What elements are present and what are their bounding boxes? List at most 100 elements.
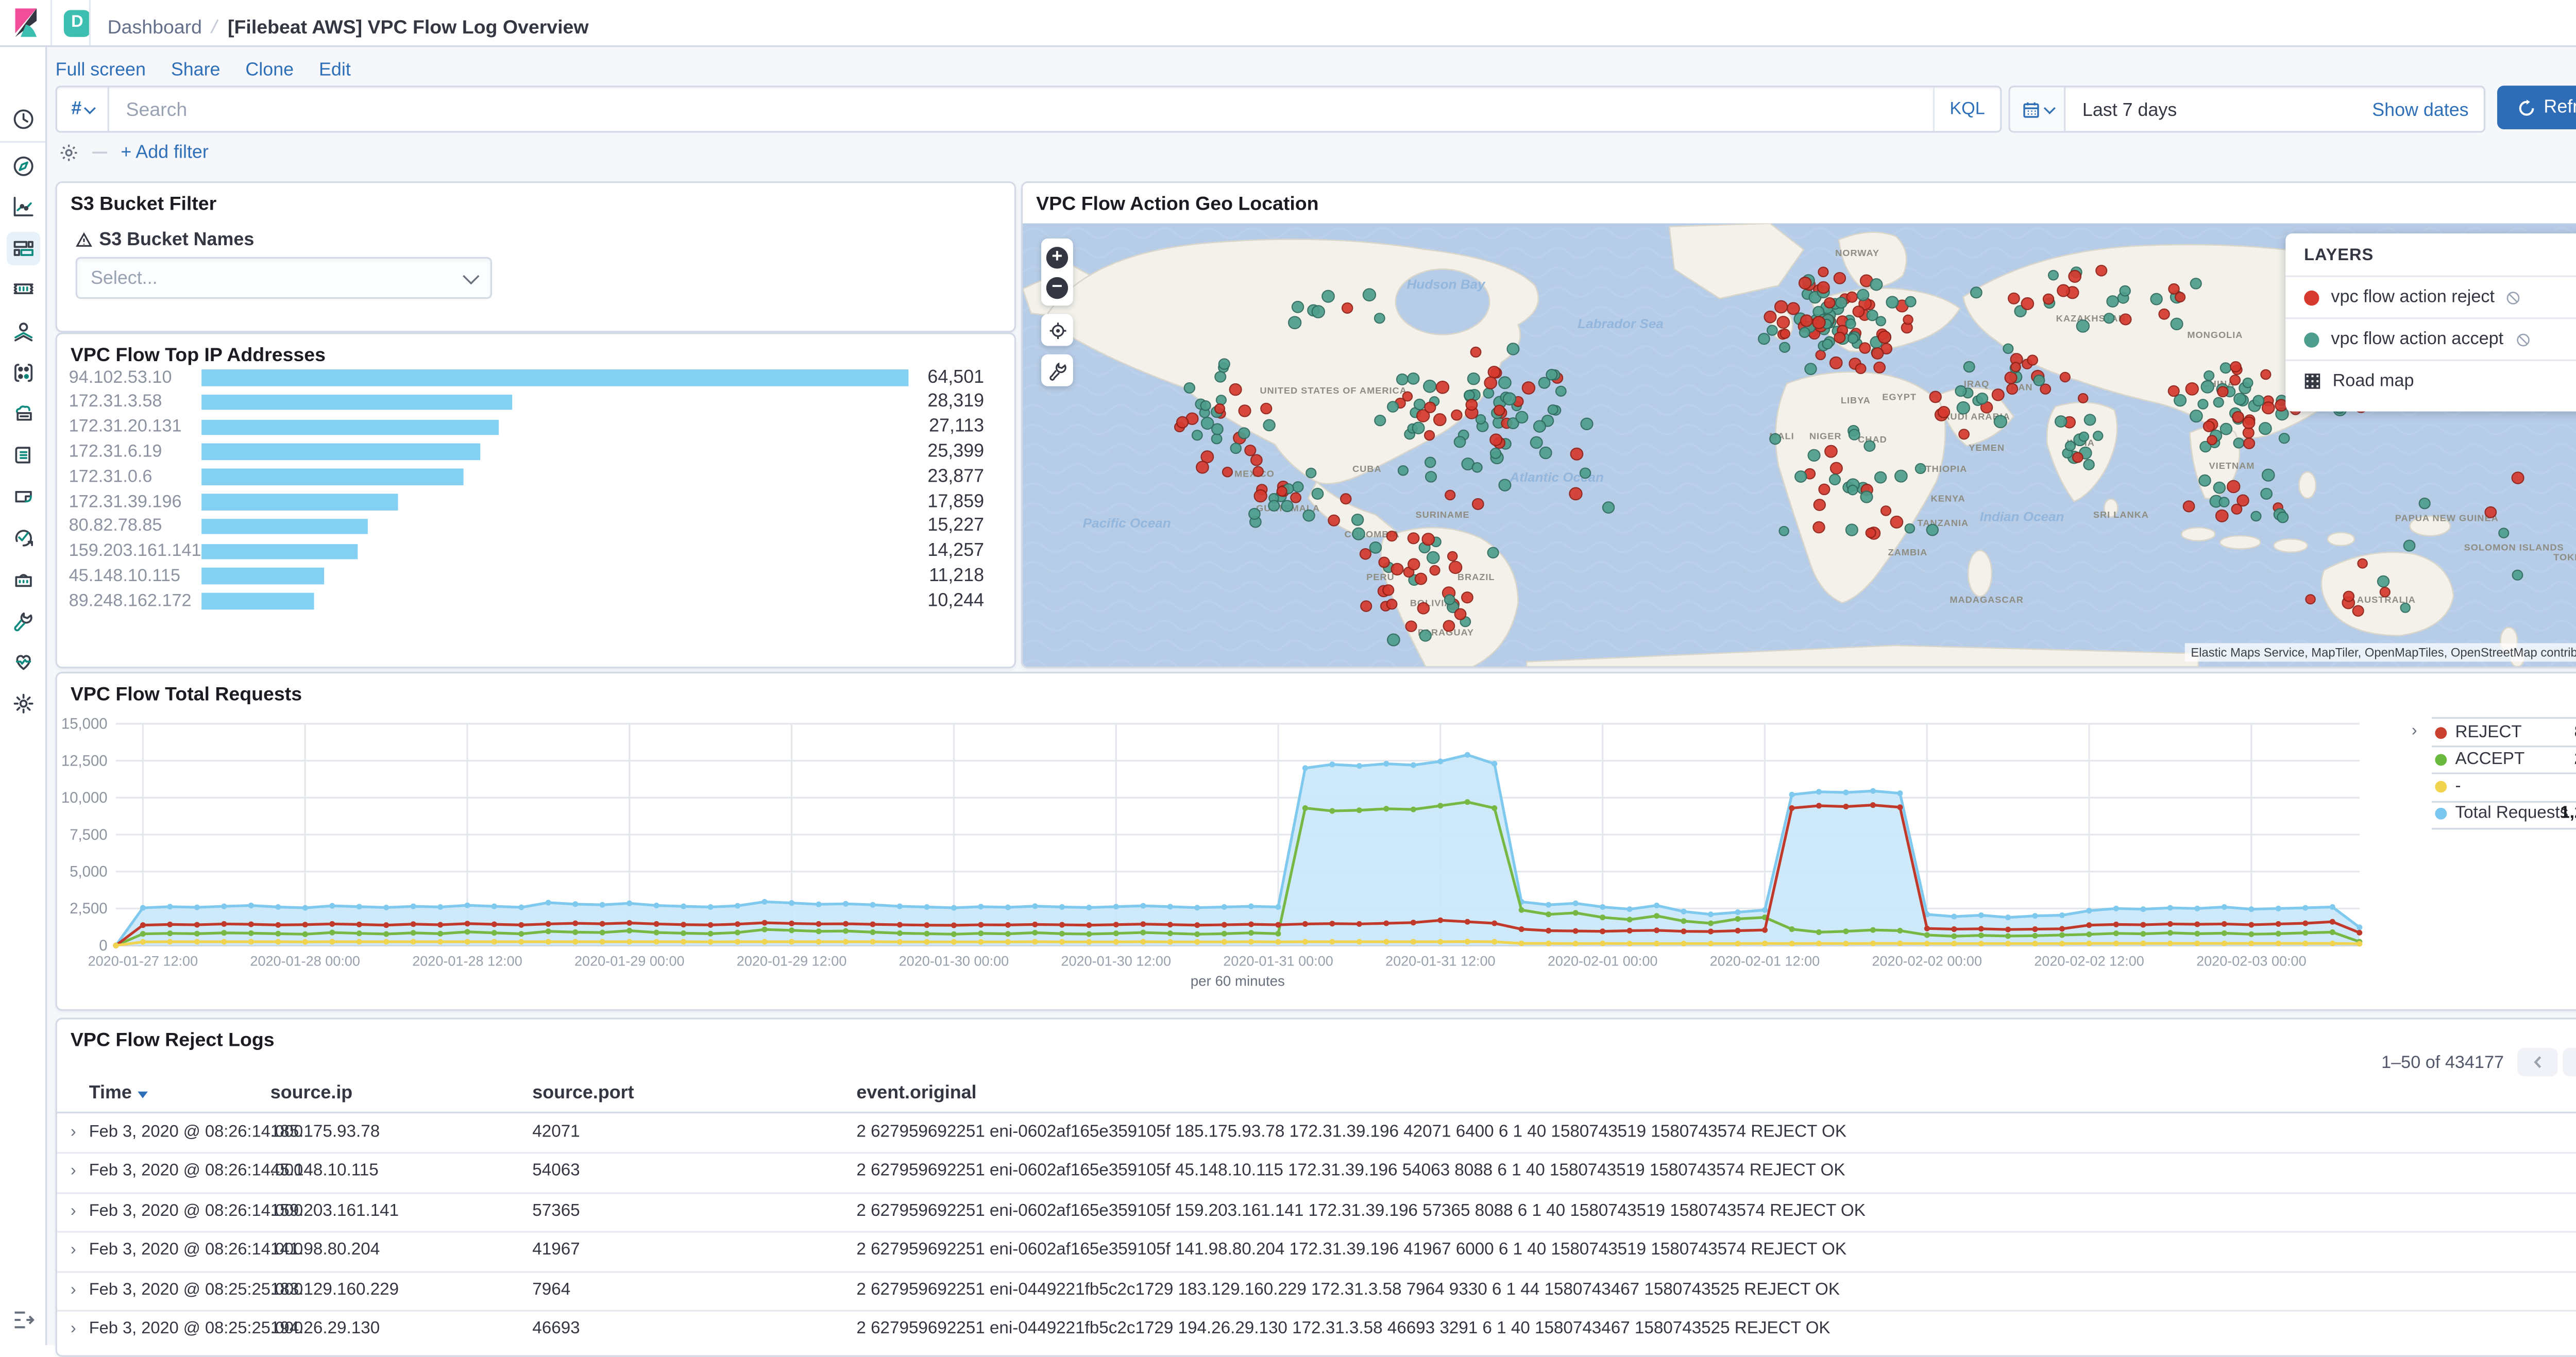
ip-bar[interactable] bbox=[201, 494, 398, 510]
table-row[interactable]: › Feb 3, 2020 @ 08:26:14.000 141.98.80.204… bbox=[57, 1231, 2576, 1270]
ip-bar[interactable] bbox=[201, 469, 464, 485]
ip-bar[interactable] bbox=[201, 543, 358, 559]
clone-button[interactable]: Clone bbox=[245, 60, 294, 80]
accept-dot bbox=[1374, 414, 1386, 427]
table-row[interactable]: › Feb 3, 2020 @ 08:26:14.000 185.175.93.78… bbox=[57, 1113, 2576, 1152]
sidebar-item-recent-clock[interactable] bbox=[6, 103, 39, 136]
ip-bar[interactable] bbox=[201, 419, 499, 435]
sidebar-item-management-gear[interactable] bbox=[6, 687, 39, 720]
layer-row-3[interactable]: Road map bbox=[2285, 359, 2576, 401]
ip-bar[interactable] bbox=[201, 394, 512, 411]
column-header-Time[interactable]: Time bbox=[89, 1083, 149, 1104]
expand-row-chevron-icon[interactable]: › bbox=[71, 1124, 76, 1142]
accept-dot bbox=[1847, 484, 1858, 496]
accept-dot bbox=[2512, 569, 2523, 581]
column-header-event-original[interactable]: event.original bbox=[856, 1083, 976, 1103]
reject-dot bbox=[1871, 347, 1884, 360]
accept-dot bbox=[1425, 471, 1437, 483]
reject-dot bbox=[2230, 361, 2242, 372]
chevron-down-icon bbox=[2043, 101, 2055, 114]
accept-dot bbox=[1799, 327, 1810, 338]
expand-row-chevron-icon[interactable]: › bbox=[71, 1281, 76, 1299]
accept-dot bbox=[2150, 293, 2163, 306]
column-header-source-port[interactable]: source.port bbox=[532, 1083, 634, 1103]
sidebar-item-machine-learning-app[interactable] bbox=[6, 355, 39, 389]
sidebar-item-discover-compass[interactable] bbox=[6, 148, 39, 182]
table-row[interactable]: › Feb 3, 2020 @ 08:26:14.000 159.203.161.1… bbox=[57, 1192, 2576, 1231]
add-filter-button[interactable]: + Add filter bbox=[121, 143, 208, 163]
table-row[interactable]: › Feb 3, 2020 @ 08:25:25.000 183.129.160.2… bbox=[57, 1270, 2576, 1310]
expand-row-chevron-icon[interactable]: › bbox=[71, 1320, 76, 1338]
accept-dot bbox=[1506, 343, 1520, 355]
legend-collapse-chevron[interactable]: › bbox=[2412, 722, 2417, 741]
filter-settings-gear-icon[interactable] bbox=[59, 143, 79, 163]
sidebar-item-canvas-app[interactable] bbox=[6, 273, 39, 306]
world-map[interactable]: Hudson Bay Labrador Sea Pacific Ocean Atlan… bbox=[1023, 223, 2576, 667]
legend-item-reject[interactable]: REJECT863 bbox=[2431, 719, 2576, 748]
reject-dot bbox=[2202, 420, 2215, 432]
legend-item--[interactable]: -110 bbox=[2431, 773, 2576, 802]
kibana-logo-icon[interactable] bbox=[13, 8, 42, 37]
sidebar-item-uptime-app[interactable] bbox=[6, 521, 39, 555]
reject-dot bbox=[1787, 302, 1800, 315]
reject-dot bbox=[1570, 447, 1584, 461]
refresh-button[interactable]: Refresh bbox=[2497, 86, 2576, 129]
sidebar-item-maps-app[interactable] bbox=[6, 314, 39, 348]
layers-card: LAYERS vpc flow action reject vpc flow ac… bbox=[2285, 233, 2576, 412]
s3-bucket-select[interactable]: Select... bbox=[75, 257, 493, 299]
cell-source-ip: 45.148.10.115 bbox=[270, 1162, 379, 1181]
fit-to-data-button[interactable] bbox=[1041, 314, 1073, 346]
accept-dot bbox=[1976, 393, 1989, 405]
reject-dot bbox=[2352, 605, 2364, 617]
calendar-menu-button[interactable] bbox=[2010, 87, 2066, 131]
ip-bar[interactable] bbox=[201, 518, 369, 535]
search-input[interactable]: Search bbox=[109, 94, 1933, 125]
zoom-out-button[interactable]: − bbox=[1046, 276, 1069, 298]
table-row[interactable]: › Feb 3, 2020 @ 08:26:14.000 45.148.10.115… bbox=[57, 1152, 2576, 1192]
saved-query-menu-button[interactable]: # bbox=[57, 87, 109, 131]
time-range-display[interactable]: Last 7 days bbox=[2065, 94, 2372, 125]
next-page-button[interactable] bbox=[2563, 1047, 2576, 1077]
sidebar-item-siem-app[interactable] bbox=[6, 563, 39, 596]
prev-page-button[interactable] bbox=[2517, 1047, 2558, 1077]
sidebar-item-visualize-chart[interactable] bbox=[6, 190, 39, 223]
kibana-dashboard: D Dashboard / [Filebeat AWS] VPC Flow Log … bbox=[0, 0, 2576, 1357]
sidebar-item-metrics-app[interactable] bbox=[6, 397, 39, 431]
svg-text:PAPUA NEW GUINEA: PAPUA NEW GUINEA bbox=[2395, 513, 2499, 523]
show-dates-button[interactable]: Show dates bbox=[2372, 94, 2484, 125]
total-requests-chart[interactable]: 0 2,500 5,000 7,500 10,000 12,500 15,000 2020-0… bbox=[57, 673, 2576, 1009]
collapse-sidebar-icon[interactable] bbox=[6, 1303, 39, 1336]
expand-row-chevron-icon[interactable]: › bbox=[71, 1241, 76, 1260]
map-tools-button[interactable] bbox=[1041, 354, 1073, 386]
map-attribution[interactable]: Elastic Maps Service, MapTiler, OpenMapT… bbox=[2184, 643, 2576, 662]
reject-dot bbox=[1829, 462, 1843, 475]
sidebar-item-apm-app[interactable] bbox=[6, 480, 39, 513]
reject-dot bbox=[2068, 269, 2082, 283]
expand-row-chevron-icon[interactable]: › bbox=[71, 1163, 76, 1181]
zoom-in-button[interactable]: + bbox=[1046, 246, 1069, 268]
share-button[interactable]: Share bbox=[171, 60, 221, 80]
reject-dot bbox=[2484, 506, 2497, 518]
ip-bar[interactable] bbox=[201, 568, 325, 584]
dashboard-badge[interactable]: D bbox=[63, 9, 91, 37]
breadcrumb-dashboard-link[interactable]: Dashboard bbox=[108, 19, 202, 39]
kql-toggle-button[interactable]: KQL bbox=[1933, 87, 2000, 131]
table-row[interactable]: › Feb 3, 2020 @ 08:25:25.000 194.26.29.130… bbox=[57, 1310, 2576, 1349]
ip-bar[interactable] bbox=[201, 444, 480, 460]
ip-bar[interactable] bbox=[201, 369, 909, 386]
sidebar-item-stack-monitoring-app[interactable] bbox=[6, 646, 39, 679]
cell-event-original: 2 627959692251 eni-0602af165e359105f 141… bbox=[856, 1241, 1846, 1260]
ip-bar[interactable] bbox=[201, 593, 314, 609]
sidebar-item-logs-app[interactable] bbox=[6, 438, 39, 472]
edit-button[interactable]: Edit bbox=[319, 60, 351, 80]
legend-item-accept[interactable]: ACCEPT253 bbox=[2431, 746, 2576, 775]
full-screen-button[interactable]: Full screen bbox=[56, 60, 146, 80]
legend-item-total-requests[interactable]: Total Requests1,226 bbox=[2431, 801, 2576, 829]
sidebar-item-dev-tools-app[interactable] bbox=[6, 604, 39, 637]
expand-row-chevron-icon[interactable]: › bbox=[71, 1202, 76, 1220]
reject-dot bbox=[1815, 350, 1826, 361]
layer-row-2[interactable]: vpc flow action accept bbox=[2285, 317, 2576, 359]
column-header-source-ip[interactable]: source.ip bbox=[270, 1083, 352, 1103]
sidebar-item-dashboard-app[interactable] bbox=[6, 231, 40, 265]
layer-row-1[interactable]: vpc flow action reject bbox=[2285, 275, 2576, 317]
